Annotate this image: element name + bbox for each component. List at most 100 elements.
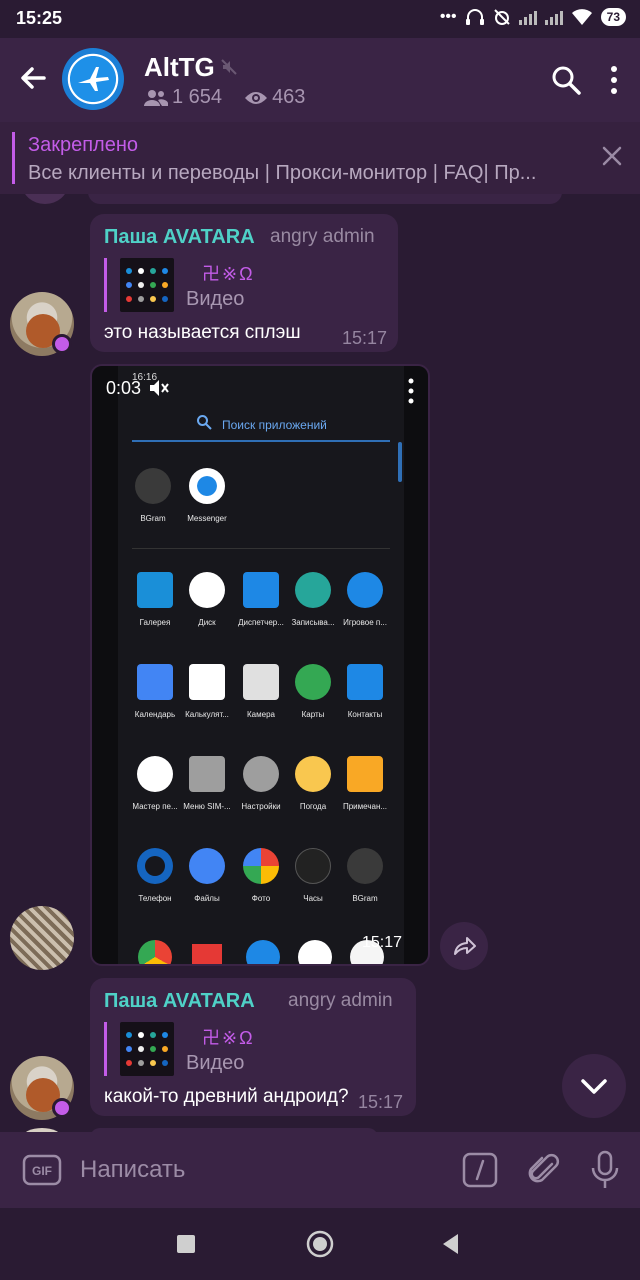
app-icon: Погода xyxy=(284,756,342,811)
reply-sender: 卍※Ω xyxy=(202,264,255,284)
message-text: это называется сплэш xyxy=(104,322,301,343)
online-indicator xyxy=(52,334,72,354)
app-icon: Меню SIM-... xyxy=(178,756,236,811)
reply-type: Видео xyxy=(186,1052,245,1074)
app-icon: Игровое п... xyxy=(336,572,394,627)
subscriber-count: 1 654 xyxy=(172,86,223,108)
message-composer: GIF Написать xyxy=(0,1132,640,1208)
more-notifications-icon: ••• xyxy=(439,8,457,25)
app-icon: Диспетчер... xyxy=(232,572,290,627)
app-icon: Карты xyxy=(284,664,342,719)
video-search-icon xyxy=(197,415,212,430)
app-icon: BGram xyxy=(124,468,182,523)
app-icon: Калькулят... xyxy=(178,664,236,719)
status-time: 15:25 xyxy=(16,8,63,28)
reply-accent-bar xyxy=(104,1022,107,1076)
online-indicator xyxy=(52,1098,72,1118)
message-input[interactable]: Написать xyxy=(80,1156,185,1184)
channel-avatar[interactable] xyxy=(62,48,124,110)
app-icon: Примечан... xyxy=(336,756,394,811)
app-icon: Записыва... xyxy=(284,572,342,627)
chat-header: AltTG 1 654 463 xyxy=(0,38,640,122)
message-list[interactable]: Паша AVATARA angry admin 卍※Ω Видео это н… xyxy=(0,194,640,1132)
attach-paperclip-icon[interactable] xyxy=(526,1150,562,1190)
chevron-down-icon xyxy=(581,1079,607,1094)
channel-title[interactable]: AltTG xyxy=(144,52,215,83)
back-arrow-icon[interactable] xyxy=(14,58,54,98)
search-icon[interactable] xyxy=(550,64,582,96)
channel-stats: 1 654 463 xyxy=(144,86,305,109)
reply-thumbnail xyxy=(120,1022,174,1076)
scroll-down-button[interactable] xyxy=(562,1054,626,1118)
alarm-off-icon xyxy=(493,9,510,25)
svg-text:GIF: GIF xyxy=(32,1164,52,1178)
app-icon: Камера xyxy=(232,664,290,719)
sender-role: angry admin xyxy=(270,226,375,247)
bot-commands-icon[interactable] xyxy=(462,1152,498,1188)
battery-indicator: 73 xyxy=(600,8,626,26)
video-scroll-indicator xyxy=(398,442,402,482)
app-icon: Файлы xyxy=(178,848,236,903)
message-bubble[interactable]: Паша AVATARA angry admin 卍※Ω Видео это н… xyxy=(90,214,398,352)
reply-type: Видео xyxy=(186,288,245,310)
app-icon: Messenger xyxy=(178,468,236,523)
share-arrow-icon xyxy=(454,937,476,955)
reply-thumbnail xyxy=(120,258,174,312)
system-nav-bar xyxy=(0,1208,640,1280)
status-icons: ••• 73 xyxy=(440,8,626,26)
reply-sender: 卍※Ω xyxy=(202,1028,255,1048)
message-text: какой-то древний андроид? xyxy=(104,1086,349,1107)
app-icon: BGram xyxy=(336,848,394,903)
user-avatar[interactable] xyxy=(10,906,74,970)
views-eye-icon xyxy=(245,91,268,104)
sender-role: angry admin xyxy=(288,990,393,1011)
status-bar: 15:25 ••• 73 xyxy=(0,0,640,38)
share-button[interactable] xyxy=(440,922,488,970)
recents-button[interactable] xyxy=(177,1235,195,1253)
app-icon xyxy=(246,940,280,964)
app-icon xyxy=(192,944,222,964)
app-icon: Настройки xyxy=(232,756,290,811)
previous-message-bubble[interactable] xyxy=(88,194,562,204)
video-duration: 0:03 xyxy=(106,378,142,398)
signal-2-icon xyxy=(544,9,563,25)
sender-name[interactable]: Паша AVATARA xyxy=(104,990,255,1013)
video-time: 15:17 xyxy=(362,934,403,951)
more-vertical-icon[interactable] xyxy=(604,64,624,96)
video-more-icon[interactable] xyxy=(408,378,414,404)
chrome-app-icon xyxy=(138,940,172,964)
pinned-title: Закреплено xyxy=(28,134,138,156)
gif-icon[interactable]: GIF xyxy=(22,1154,62,1186)
app-icon: Часы xyxy=(284,848,342,903)
app-icon: Мастер пе... xyxy=(126,756,184,811)
headphones-icon xyxy=(465,9,484,25)
pinned-accent-bar xyxy=(12,132,15,184)
microphone-icon[interactable] xyxy=(590,1150,620,1190)
app-icon xyxy=(298,940,332,964)
muted-icon xyxy=(221,59,237,75)
message-time: 15:17 xyxy=(358,1092,404,1112)
members-icon xyxy=(144,89,168,106)
view-count: 463 xyxy=(272,86,306,108)
sender-name[interactable]: Паша AVATARA xyxy=(104,226,255,249)
app-icon: Галерея xyxy=(126,572,184,627)
reply-accent-bar xyxy=(104,258,107,312)
video-divider xyxy=(132,548,390,549)
app-icon: Контакты xyxy=(336,664,394,719)
back-button[interactable] xyxy=(440,1232,460,1256)
wifi-icon xyxy=(571,9,592,25)
close-icon[interactable] xyxy=(600,144,624,168)
previous-user-avatar[interactable] xyxy=(22,194,68,204)
pinned-text: Все клиенты и переводы | Прокси-монитор … xyxy=(28,162,537,184)
app-icon: Фото xyxy=(232,848,290,903)
pinned-message[interactable]: Закреплено Все клиенты и переводы | Прок… xyxy=(0,122,640,194)
app-icon: Телефон xyxy=(126,848,184,903)
video-muted-icon[interactable] xyxy=(148,378,170,398)
home-button[interactable] xyxy=(306,1230,334,1258)
app-icon: Диск xyxy=(178,572,236,627)
app-icon: Календарь xyxy=(126,664,184,719)
message-time: 15:17 xyxy=(342,328,388,348)
message-bubble[interactable]: Паша AVATARA angry admin 卍※Ω Видео какой… xyxy=(90,978,416,1116)
video-message[interactable]: 16:16 0:03 Поиск приложений BGram Messen… xyxy=(90,364,430,966)
signal-icon xyxy=(518,9,537,25)
